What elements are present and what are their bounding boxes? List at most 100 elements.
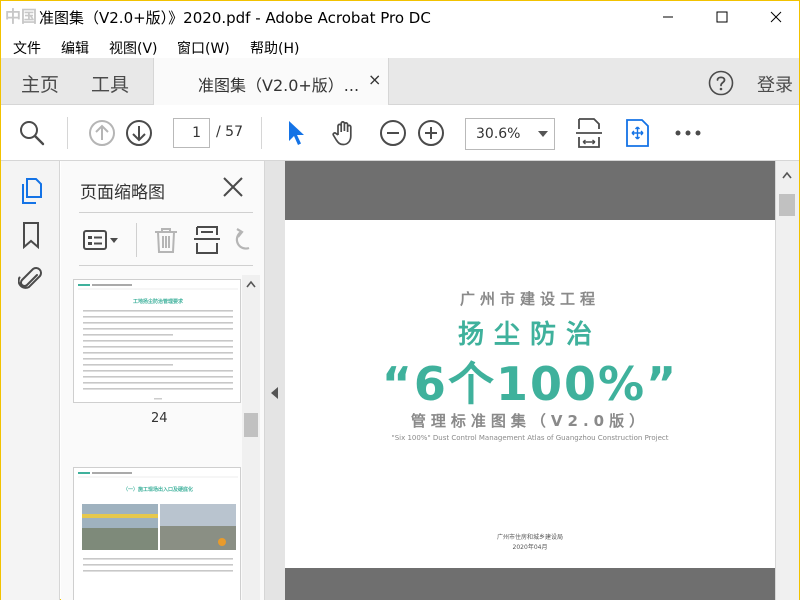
close-icon [770,11,782,23]
window-close-button[interactable] [753,3,799,31]
more-icon [675,130,701,136]
tab-tools[interactable]: 工具 [91,70,129,97]
maximize-icon [716,11,728,23]
chevron-up-icon [782,171,792,179]
chevron-down-icon [538,131,548,137]
document-scrollbar[interactable] [775,161,799,600]
chevron-left-icon [271,387,278,399]
cover-date: 2020年04月 [512,544,548,551]
thumbnail-text-line [83,346,233,348]
thumbnail-text-line [83,334,173,336]
page-count: / 57 [216,124,243,140]
menu-window[interactable]: 窗口(W) [177,38,230,58]
tab-home[interactable]: 主页 [21,70,59,97]
attachments-button[interactable] [17,263,45,295]
zoom-level-select[interactable]: 30.6% [465,118,555,150]
svg-text:（一）施工现场出入口及硬底化: （一）施工现场出入口及硬底化 [123,486,193,493]
cover-title-line-3: “6个100%” [381,357,679,411]
page-thumbnail[interactable]: （一）施工现场出入口及硬底化 [73,467,241,600]
cursor-arrow-icon [289,121,304,145]
document-scrollbar-thumb[interactable] [779,194,795,216]
minimize-icon [663,16,673,18]
panel-divider [79,265,253,266]
hand-tool-button[interactable] [329,118,359,148]
acrobat-window: 中国 准图集（V2.0+版）》2020.pdf - Adobe Acrobat … [0,0,800,600]
document-view[interactable]: 广州市建设工程 扬尘防治 “6个100%” 管理标准图集（V2.0版） "Six… [285,161,775,600]
minimize-button[interactable] [645,3,691,31]
zoom-in-button[interactable] [416,118,446,148]
tab-bar: 主页 工具 准图集（V2.0+版）... × 登录 [1,58,799,105]
select-tool-button[interactable] [281,118,311,148]
toolbar-separator [261,117,262,149]
minus-circle-icon [380,120,406,146]
arrow-up-circle-icon [89,120,115,146]
page-thumbnails-panel: 页面缩略图 工地扬尘防治管理要求 24 （一）施工现场出入口及硬底化 [61,161,265,600]
plus-circle-icon [418,120,444,146]
cover-title-line-1: 广州市建设工程 [459,290,600,308]
search-icon [20,121,45,146]
thumbnail-text-line [83,382,233,384]
paperclip-icon [18,267,42,289]
rotate-page-button[interactable] [231,225,253,255]
next-page-button[interactable] [124,118,154,148]
insert-page-icon [194,226,220,254]
app-logo: 中国 [5,7,38,26]
bookmark-icon [23,222,39,249]
thumbnail-text-line [83,358,233,360]
thumbnail-text-line [83,328,233,330]
zoom-out-button[interactable] [378,118,408,148]
svg-text:工地扬尘防治管理要求: 工地扬尘防治管理要求 [133,298,184,305]
full-screen-icon [626,119,649,147]
thumbnail-text-line [83,564,233,566]
chevron-up-icon [246,280,256,288]
thumbnail-options-button[interactable] [81,225,121,255]
fit-page-icon [576,118,602,148]
arrow-down-circle-icon [126,120,152,146]
menu-bar: 文件 编辑 视图(V) 窗口(W) 帮助(H) [1,34,799,58]
panel-collapse-handle[interactable] [265,161,285,600]
page-number-input[interactable]: 1 [173,118,210,148]
document-tab-close-button[interactable]: × [368,70,384,90]
navigation-rail [1,161,60,600]
thumbnail-text-line [83,340,233,342]
previous-page-button[interactable] [87,118,117,148]
page-thumbnail[interactable]: 工地扬尘防治管理要求 [73,279,241,403]
bookmarks-button[interactable] [17,219,45,251]
menu-file[interactable]: 文件 [13,38,41,58]
thumbnail-preview: 工地扬尘防治管理要求 [74,280,240,402]
thumbnail-text-line [83,376,233,378]
full-screen-button[interactable] [623,118,653,148]
thumbnail-text-line [83,316,233,318]
thumbnail-text-line [83,322,233,324]
toolbar: 1 / 57 30.6% [1,105,799,161]
cover-english-title: "Six 100%" Dust Control Management Atlas… [391,434,669,442]
pdf-page: 广州市建设工程 扬尘防治 “6个100%” 管理标准图集（V2.0版） "Six… [285,220,775,568]
cover-subtitle: 管理标准图集（V2.0版） [410,412,650,430]
close-icon[interactable] [221,175,245,199]
document-tab[interactable]: 准图集（V2.0+版）... × [153,58,389,105]
login-link[interactable]: 登录 [757,71,793,97]
thumbnail-preview: （一）施工现场出入口及硬底化 [74,468,240,600]
thumbnail-list: 工地扬尘防治管理要求 24 （一）施工现场出入口及硬底化 [73,279,241,600]
help-icon[interactable] [708,70,734,96]
fit-page-button[interactable] [574,118,604,148]
thumbnail-scrollbar-thumb[interactable] [244,413,258,437]
hand-icon [332,121,352,146]
thumbnail-text-line [83,558,233,560]
menu-view[interactable]: 视图(V) [109,38,158,58]
search-button[interactable] [17,118,47,148]
rotate-icon [235,228,250,250]
insert-pages-button[interactable] [191,225,223,255]
title-bar: 中国 准图集（V2.0+版）》2020.pdf - Adobe Acrobat … [1,1,799,34]
trash-icon [155,228,177,253]
panel-title: 页面缩略图 [80,183,165,203]
tool-separator [136,223,137,257]
page-thumbnails-button[interactable] [17,175,45,207]
thumbnail-text-line [83,388,233,390]
maximize-button[interactable] [699,3,745,31]
more-tools-button[interactable] [673,118,703,148]
delete-pages-button[interactable] [151,225,181,255]
menu-edit[interactable]: 编辑 [61,38,89,58]
menu-help[interactable]: 帮助(H) [250,38,299,58]
thumbnail-scrollbar[interactable] [242,275,260,600]
